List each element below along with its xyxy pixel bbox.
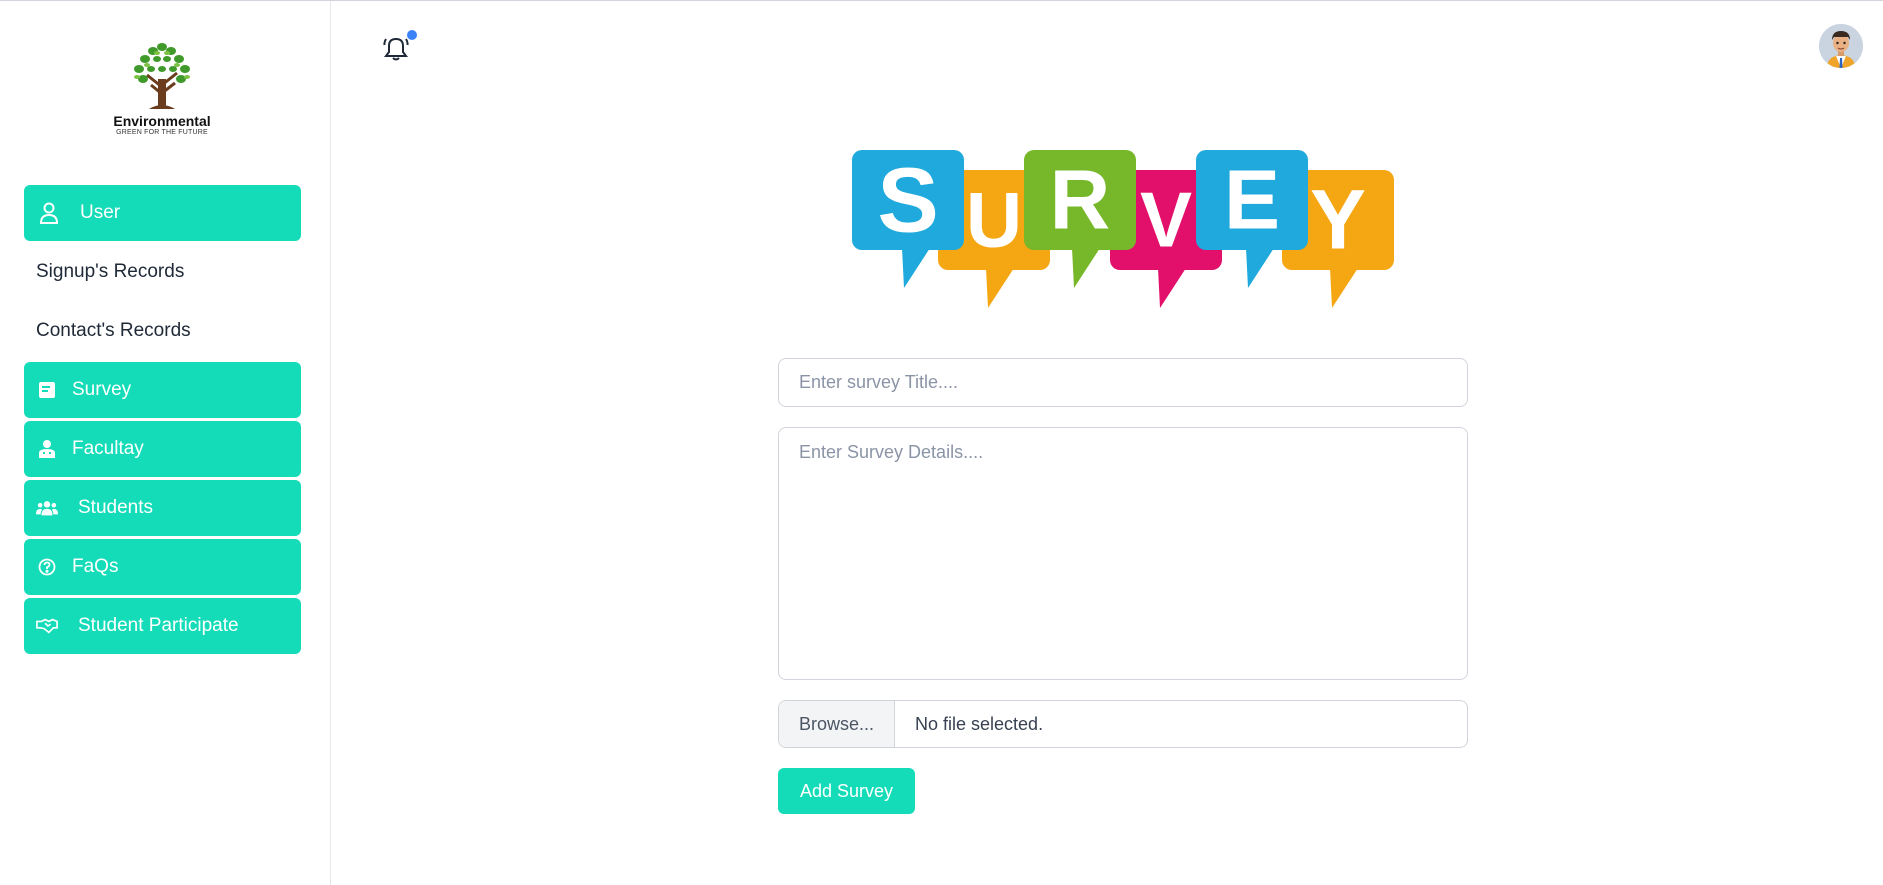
file-upload-field: Browse... No file selected. [778, 700, 1468, 748]
survey-icon [36, 379, 58, 401]
sidebar-item-label: User [80, 202, 121, 223]
sidebar-item-label: Students [78, 497, 153, 518]
tree-logo-icon [134, 43, 190, 109]
survey-letter: Y [1310, 173, 1366, 267]
students-icon [36, 497, 58, 519]
sidebar-item-students[interactable]: Students [24, 480, 301, 536]
question-circle-icon [36, 556, 58, 578]
survey-banner: US VR YE [850, 146, 1400, 311]
sidebar-item-faculty[interactable]: Facultay [24, 421, 301, 477]
sidebar-nav: User Signup's Records Contact's Records … [24, 185, 301, 657]
brand-name: Environmental [113, 113, 211, 129]
notification-dot [407, 30, 417, 40]
sidebar-item-contact-records[interactable]: Contact's Records [24, 303, 301, 359]
survey-title-input[interactable] [778, 358, 1468, 407]
brand-logo[interactable]: Environmental GREEN FOR THE FUTURE [110, 39, 214, 136]
sidebar-item-label: Contact's Records [36, 320, 191, 341]
sidebar-item-student-participate[interactable]: Student Participate [24, 598, 301, 654]
survey-letter: R [1050, 153, 1111, 247]
sidebar-item-survey[interactable]: Survey [24, 362, 301, 418]
browse-button[interactable]: Browse... [779, 701, 895, 747]
user-icon [38, 202, 60, 224]
add-survey-button[interactable]: Add Survey [778, 768, 915, 814]
notification-bell-icon[interactable] [383, 34, 411, 62]
sidebar-item-label: Survey [72, 379, 132, 400]
survey-letter: E [1224, 153, 1280, 247]
sidebar-item-label: Signup's Records [36, 261, 185, 282]
survey-letter: V [1140, 176, 1192, 264]
sidebar-item-faqs[interactable]: FaQs [24, 539, 301, 595]
user-avatar[interactable] [1819, 24, 1863, 68]
sidebar-item-label: Student Participate [78, 615, 239, 636]
sidebar: Environmental GREEN FOR THE FUTURE User … [0, 1, 331, 885]
faculty-icon [36, 438, 58, 460]
survey-letter: U [966, 176, 1022, 264]
survey-letter: S [877, 149, 938, 251]
file-status-text: No file selected. [915, 713, 1044, 734]
sidebar-item-signup-records[interactable]: Signup's Records [24, 244, 301, 300]
sidebar-item-label: Facultay [72, 438, 144, 459]
handshake-icon [36, 615, 58, 637]
sidebar-item-user[interactable]: User [24, 185, 301, 241]
brand-tagline: GREEN FOR THE FUTURE [116, 129, 208, 136]
survey-details-input[interactable] [778, 427, 1468, 680]
sidebar-item-label: FaQs [72, 556, 119, 577]
